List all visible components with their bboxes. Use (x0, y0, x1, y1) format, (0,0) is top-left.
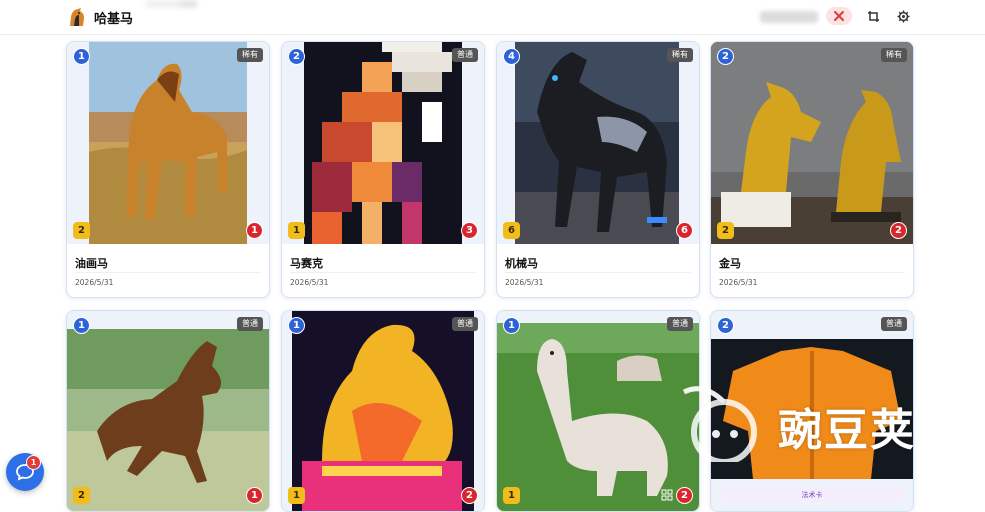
rarity-tag: 稀有 (667, 48, 693, 62)
card-title: 金马 (719, 257, 741, 270)
rarity-tag: 稀有 (881, 48, 907, 62)
index-badge: 1 (288, 317, 305, 334)
rarity-tag: 普通 (452, 48, 478, 62)
card-title: 机械马 (505, 257, 538, 270)
like-count-badge: 1 (246, 487, 263, 504)
rarity-tag: 普通 (452, 317, 478, 331)
like-count-badge: 2 (676, 487, 693, 504)
card-date: 2026/5/31 (719, 278, 758, 287)
level-badge: 1 (503, 487, 520, 504)
horse-card[interactable]: 1 普通 1 2 (496, 310, 700, 512)
like-count-badge: 2 (461, 487, 478, 504)
horse-card[interactable]: 1 普通 1 2 (281, 310, 485, 512)
divider (719, 272, 905, 273)
notification-badge: 1 (26, 455, 41, 470)
card-date: 2026/5/31 (75, 278, 114, 287)
card-image (67, 311, 269, 511)
like-count-badge: 1 (246, 222, 263, 239)
card-date: 2026/5/31 (505, 278, 544, 287)
divider (290, 272, 476, 273)
card-image (282, 311, 484, 511)
card-image (711, 311, 913, 511)
card-grid: 1 稀有 2 1 油画马 2026/5/31 2 普通 1 3 马赛克 2026… (0, 0, 985, 512)
card-title: 马赛克 (290, 257, 323, 270)
index-badge: 2 (288, 48, 305, 65)
grid-icon[interactable] (661, 489, 673, 501)
card-date: 2026/5/31 (290, 278, 329, 287)
card-image (67, 42, 269, 244)
index-badge: 2 (717, 317, 734, 334)
horse-card[interactable]: 1 普通 2 1 (66, 310, 270, 512)
level-badge: 2 (73, 487, 90, 504)
index-badge: 2 (717, 48, 734, 65)
level-badge: 6 (503, 222, 520, 239)
index-badge: 1 (503, 317, 520, 334)
horse-card[interactable]: 2 稀有 2 2 金马 2026/5/31 (710, 41, 914, 298)
card-image (282, 42, 484, 244)
card-image (711, 42, 913, 244)
rarity-tag: 普通 (881, 317, 907, 331)
level-badge: 1 (288, 222, 305, 239)
spell-card[interactable]: 2 普通 法术卡 (710, 310, 914, 512)
index-badge: 1 (73, 317, 90, 334)
like-count-badge: 3 (461, 222, 478, 239)
like-count-badge: 6 (676, 222, 693, 239)
horse-card[interactable]: 4 稀有 6 6 机械马 2026/5/31 (496, 41, 700, 298)
like-count-badge: 2 (890, 222, 907, 239)
chat-button[interactable]: 1 (6, 453, 44, 491)
horse-card[interactable]: 1 稀有 2 1 油画马 2026/5/31 (66, 41, 270, 298)
level-badge: 1 (288, 487, 305, 504)
index-badge: 1 (73, 48, 90, 65)
horse-card[interactable]: 2 普通 1 3 马赛克 2026/5/31 (281, 41, 485, 298)
divider (505, 272, 691, 273)
divider (75, 272, 261, 273)
level-badge: 2 (73, 222, 90, 239)
rarity-tag: 普通 (237, 317, 263, 331)
index-badge: 4 (503, 48, 520, 65)
level-badge: 2 (717, 222, 734, 239)
card-image (497, 42, 699, 244)
rarity-tag: 稀有 (237, 48, 263, 62)
rarity-tag: 普通 (667, 317, 693, 331)
card-image (497, 311, 699, 511)
card-title: 油画马 (75, 257, 108, 270)
